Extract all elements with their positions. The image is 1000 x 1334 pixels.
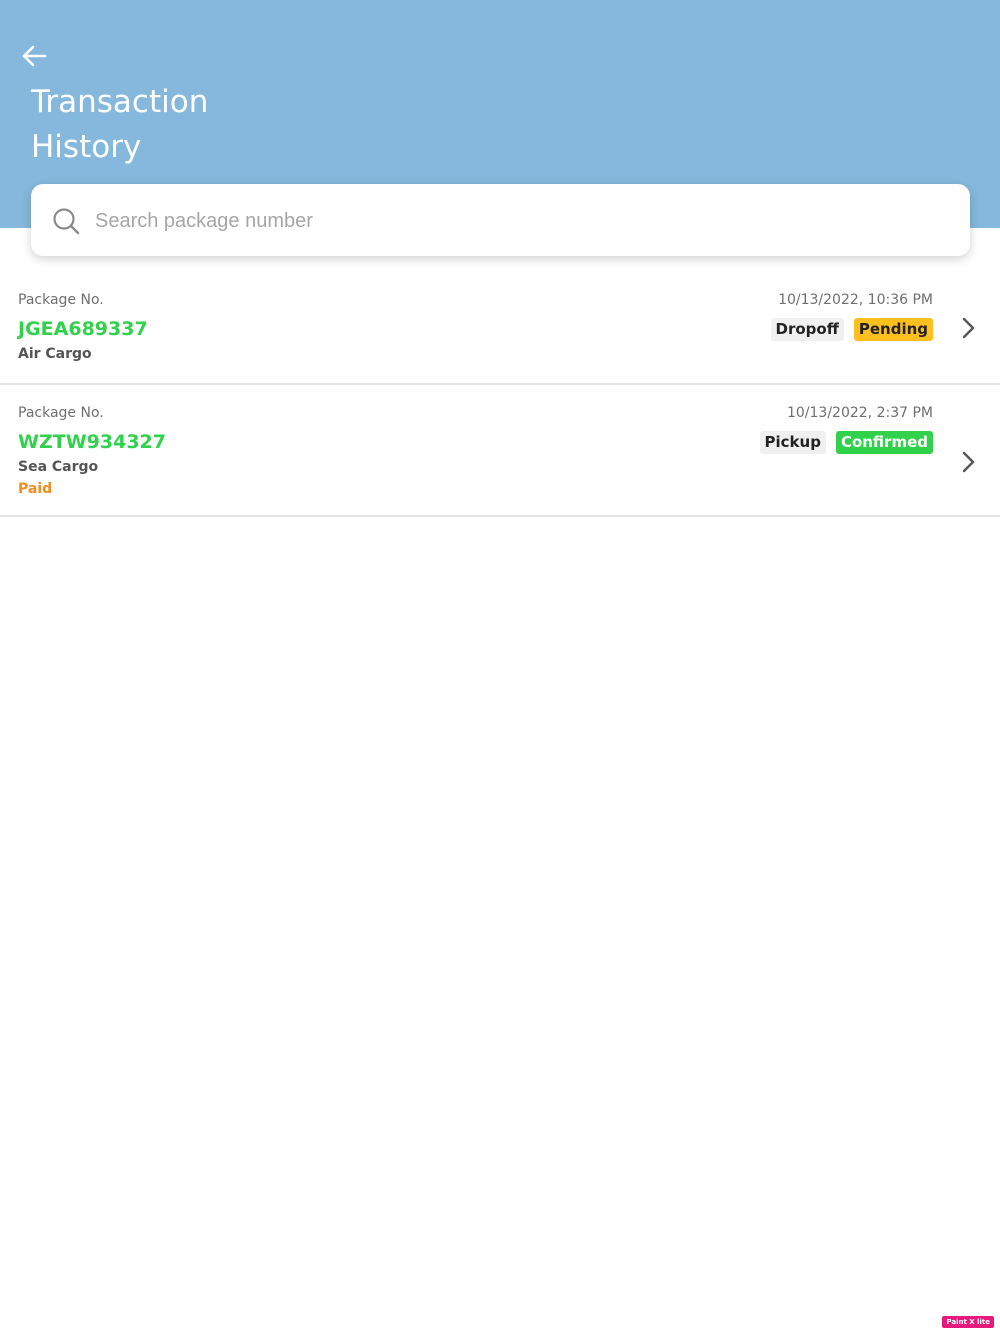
transaction-type-badge: Dropoff: [770, 318, 844, 341]
watermark-logo: Paint X lite: [942, 1316, 994, 1328]
badge-group: Pickup Confirmed: [759, 431, 933, 454]
search-input[interactable]: [93, 200, 957, 242]
page-title: Transaction History: [31, 80, 291, 170]
package-number: WZTW934327: [18, 431, 166, 453]
chevron-right-icon[interactable]: [958, 316, 978, 340]
search-icon: [53, 208, 80, 235]
package-number: JGEA689337: [18, 318, 148, 340]
chevron-right-icon[interactable]: [958, 450, 978, 474]
transaction-row[interactable]: Package No. JGEA689337 Air Cargo 10/13/2…: [0, 272, 1000, 385]
cargo-type: Air Cargo: [18, 346, 92, 362]
transaction-datetime: 10/13/2022, 10:36 PM: [778, 292, 933, 308]
badge-group: Dropoff Pending: [770, 318, 933, 341]
cargo-type: Sea Cargo: [18, 459, 99, 475]
package-number-label: Package No.: [18, 405, 104, 421]
package-number-label: Package No.: [18, 292, 104, 308]
back-button[interactable]: [16, 38, 52, 74]
transaction-type-badge: Pickup: [759, 431, 826, 454]
transaction-list: Package No. JGEA689337 Air Cargo 10/13/2…: [0, 272, 1000, 517]
transaction-datetime: 10/13/2022, 2:37 PM: [786, 405, 933, 421]
page-title-line2: History: [31, 129, 142, 165]
status-badge: Confirmed: [835, 431, 933, 454]
page-title-line1: Transaction: [31, 84, 209, 120]
payment-status: Paid: [18, 481, 53, 497]
arrow-left-icon: [22, 45, 47, 67]
status-badge: Pending: [853, 318, 933, 341]
search-box[interactable]: [31, 184, 970, 256]
transaction-row[interactable]: Package No. WZTW934327 Sea Cargo Paid 10…: [0, 385, 1000, 517]
